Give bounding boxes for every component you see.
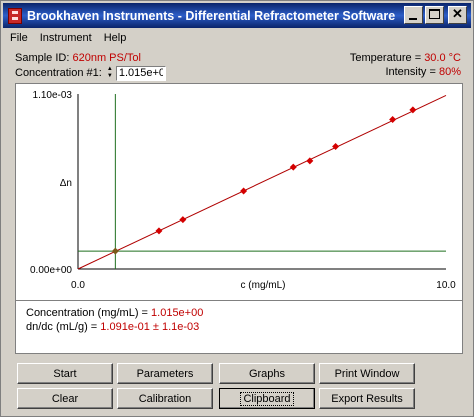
- intensity-row: Intensity = 80%: [350, 65, 461, 79]
- y-axis-label: Δn: [60, 178, 72, 189]
- result-concentration: Concentration (mg/mL) = 1.015e+00: [26, 306, 203, 320]
- menu-instrument[interactable]: Instrument: [34, 30, 98, 46]
- spin-down-icon[interactable]: ▼: [105, 73, 115, 80]
- close-button[interactable]: ✕: [448, 6, 467, 24]
- title-bar[interactable]: Brookhaven Instruments - Differential Re…: [3, 3, 471, 28]
- sample-id-row: Sample ID: 620nm PS/Tol: [15, 51, 166, 65]
- x-axis-label: c (mg/mL): [241, 280, 286, 291]
- sample-id-label: Sample ID:: [15, 52, 70, 64]
- print-window-button[interactable]: Print Window: [319, 363, 415, 384]
- graphs-button[interactable]: Graphs: [219, 363, 315, 384]
- results-area: Concentration (mg/mL) = 1.015e+00 dn/dc …: [26, 306, 203, 334]
- temperature-value: 30.0 °C: [424, 52, 461, 64]
- dndc-plot[interactable]: 1.10e-03 0.00e+00 Δn 0.0 10.0 c (mg/mL): [16, 84, 462, 300]
- results-divider: [16, 300, 462, 301]
- start-button[interactable]: Start: [17, 363, 113, 384]
- clipboard-button[interactable]: Clipboard: [219, 388, 315, 409]
- maximize-button[interactable]: [425, 6, 444, 24]
- data-point: [111, 247, 119, 255]
- intensity-label: Intensity =: [385, 66, 436, 78]
- result-concentration-value: 1.015e+00: [151, 307, 204, 319]
- data-point: [240, 187, 248, 195]
- plot-panel: 1.10e-03 0.00e+00 Δn 0.0 10.0 c (mg/mL) …: [15, 83, 463, 354]
- concentration-row: Concentration #1: ▲ ▼: [15, 65, 166, 81]
- calibration-button[interactable]: Calibration: [117, 388, 213, 409]
- temperature-row: Temperature = 30.0 °C: [350, 51, 461, 65]
- export-results-button[interactable]: Export Results: [319, 388, 415, 409]
- window-controls: ✕: [404, 6, 467, 24]
- x-tick-label-right: 10.0: [436, 280, 456, 291]
- x-tick-label-left: 0.0: [71, 280, 85, 291]
- concentration-input[interactable]: [115, 65, 166, 81]
- close-icon: ✕: [452, 6, 463, 21]
- spin-up-icon[interactable]: ▲: [105, 66, 115, 73]
- result-dndc: dn/dc (mL/g) = 1.091e-01 ± 1.1e-03: [26, 320, 203, 334]
- y-tick-label-bottom: 0.00e+00: [30, 265, 72, 276]
- menu-bar: File Instrument Help: [4, 30, 132, 46]
- minimize-button[interactable]: [404, 6, 423, 24]
- data-point: [155, 227, 163, 235]
- result-concentration-label: Concentration (mg/mL) =: [26, 307, 148, 319]
- maximize-icon: [429, 9, 440, 19]
- concentration-spinner[interactable]: ▲ ▼: [105, 66, 115, 80]
- data-point: [179, 216, 187, 224]
- fit-line: [77, 94, 447, 270]
- result-dndc-label: dn/dc (mL/g) =: [26, 321, 98, 333]
- result-dndc-value: 1.091e-01 ± 1.1e-03: [100, 321, 200, 333]
- concentration-label: Concentration #1:: [15, 67, 102, 79]
- window-title: Brookhaven Instruments - Differential Re…: [27, 8, 396, 23]
- y-tick-label-top: 1.10e-03: [33, 90, 73, 101]
- intensity-value: 80%: [438, 66, 461, 78]
- sample-info: Sample ID: 620nm PS/Tol Concentration #1…: [15, 51, 166, 81]
- parameters-button[interactable]: Parameters: [117, 363, 213, 384]
- sample-id-value: 620nm PS/Tol: [72, 52, 141, 64]
- temperature-label: Temperature =: [349, 52, 422, 64]
- clear-button[interactable]: Clear: [17, 388, 113, 409]
- app-logo-icon[interactable]: [8, 7, 22, 24]
- clipboard-button-label: Clipboard: [240, 392, 294, 406]
- menu-file[interactable]: File: [4, 30, 34, 46]
- menu-help[interactable]: Help: [98, 30, 133, 46]
- app-window: Brookhaven Instruments - Differential Re…: [0, 0, 474, 417]
- status-info: Temperature = 30.0 °C Intensity = 80%: [350, 51, 461, 79]
- data-point: [289, 163, 297, 171]
- minimize-icon: [409, 18, 417, 20]
